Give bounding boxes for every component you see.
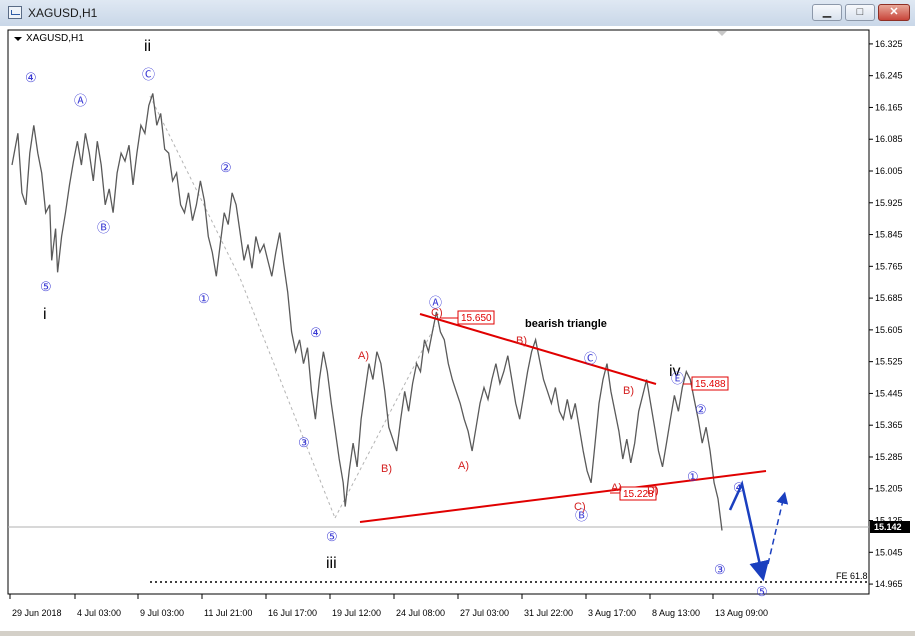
y-tick-label: 16.245	[875, 71, 903, 81]
chart-window-icon	[8, 6, 22, 19]
y-tick-label: 15.925	[875, 198, 903, 208]
window-title: XAGUSD,H1	[28, 6, 98, 20]
blue-wave-label: ②	[695, 402, 707, 417]
x-tick-label: 9 Jul 03:00	[140, 608, 184, 618]
blue-wave-label: Ⓒ	[584, 351, 597, 366]
close-button[interactable]: ✕	[878, 4, 910, 21]
price-chart-svg[interactable]: XAGUSD,H1 FE 61.8 bearish triangle 15.65…	[0, 26, 915, 631]
blue-wave-label: ③	[714, 562, 726, 577]
chart-area[interactable]: XAGUSD,H1 FE 61.8 bearish triangle 15.65…	[0, 26, 915, 631]
blue-wave-label: ③	[298, 435, 310, 450]
wave-label-ii: ii	[144, 38, 151, 55]
blue-wave-label: ⑤	[756, 584, 768, 599]
blue-wave-label: ④	[310, 325, 322, 340]
y-tick-label: 15.045	[875, 547, 903, 557]
y-tick-label: 15.205	[875, 484, 903, 494]
red-wave-label: D)	[647, 485, 659, 497]
blue-wave-label: ②	[220, 160, 232, 175]
window-titlebar: XAGUSD,H1 ▁ □ ✕	[0, 0, 915, 27]
blue-wave-label: ①	[687, 469, 699, 484]
y-tick-label: 15.845	[875, 230, 903, 240]
blue-wave-label: Ⓑ	[97, 220, 110, 235]
y-tick-label: 16.165	[875, 102, 903, 112]
red-wave-label: B)	[516, 335, 527, 347]
blue-wave-label: ⑤	[40, 279, 52, 294]
blue-wave-label: Ⓐ	[74, 93, 87, 108]
time-axis: 29 Jun 2018 4 Jul 03:00 9 Jul 03:00 11 Jul …	[9, 594, 768, 618]
y-tick-label: 15.765	[875, 261, 903, 271]
blue-wave-label: ①	[198, 291, 210, 306]
red-wave-label: C)	[574, 501, 586, 513]
wave-label-iii: iii	[326, 555, 337, 572]
current-price-text: 15.142	[874, 522, 902, 532]
y-tick-label: 15.285	[875, 452, 903, 462]
blue-wave-label: Ⓒ	[142, 67, 155, 82]
price-box-text: 15.650	[461, 313, 492, 324]
y-tick-label: 16.325	[875, 39, 903, 49]
maximize-button[interactable]: □	[845, 4, 875, 21]
x-tick-label: 4 Jul 03:00	[77, 608, 121, 618]
wave-label-i: i	[43, 306, 47, 323]
y-tick-label: 15.445	[875, 388, 903, 398]
y-tick-label: 16.085	[875, 134, 903, 144]
x-tick-label: 29 Jun 2018	[12, 608, 62, 618]
blue-wave-label: Ⓔ	[671, 371, 684, 386]
y-tick-label: 14.965	[875, 579, 903, 589]
x-tick-label: 8 Aug 13:00	[652, 608, 700, 618]
x-tick-label: 27 Jul 03:00	[460, 608, 509, 618]
x-tick-label: 19 Jul 12:00	[332, 608, 381, 618]
x-tick-label: 3 Aug 17:00	[588, 608, 636, 618]
red-wave-label: C)	[431, 307, 443, 319]
price-box-text: 15.488	[695, 379, 726, 390]
red-wave-label: B)	[623, 385, 634, 397]
y-tick-label: 15.685	[875, 293, 903, 303]
minimize-button[interactable]: ▁	[812, 4, 842, 21]
y-tick-label: 15.605	[875, 325, 903, 335]
red-wave-label: A)	[611, 482, 622, 494]
price-axis: 16.325 16.245 16.165 16.085 16.005 15.925 15.8…	[869, 39, 903, 589]
blue-wave-label: ⑤	[326, 529, 338, 544]
red-wave-label: A)	[458, 460, 469, 472]
x-tick-label: 13 Aug 09:00	[715, 608, 768, 618]
y-tick-label: 16.005	[875, 166, 903, 176]
x-tick-label: 16 Jul 17:00	[268, 608, 317, 618]
x-tick-label: 24 Jul 08:00	[396, 608, 445, 618]
x-tick-label: 11 Jul 21:00	[204, 608, 252, 618]
x-tick-label: 31 Jul 22:00	[524, 608, 573, 618]
y-tick-label: 15.525	[875, 357, 903, 367]
red-wave-label: B)	[381, 463, 392, 475]
red-wave-label: A)	[358, 350, 369, 362]
y-tick-label: 15.365	[875, 420, 903, 430]
chart-symbol-label: XAGUSD,H1	[26, 33, 84, 44]
bearish-triangle-label: bearish triangle	[525, 318, 607, 330]
fe-61-8-label: FE 61.8	[836, 571, 868, 581]
blue-wave-label: ④	[25, 70, 37, 85]
